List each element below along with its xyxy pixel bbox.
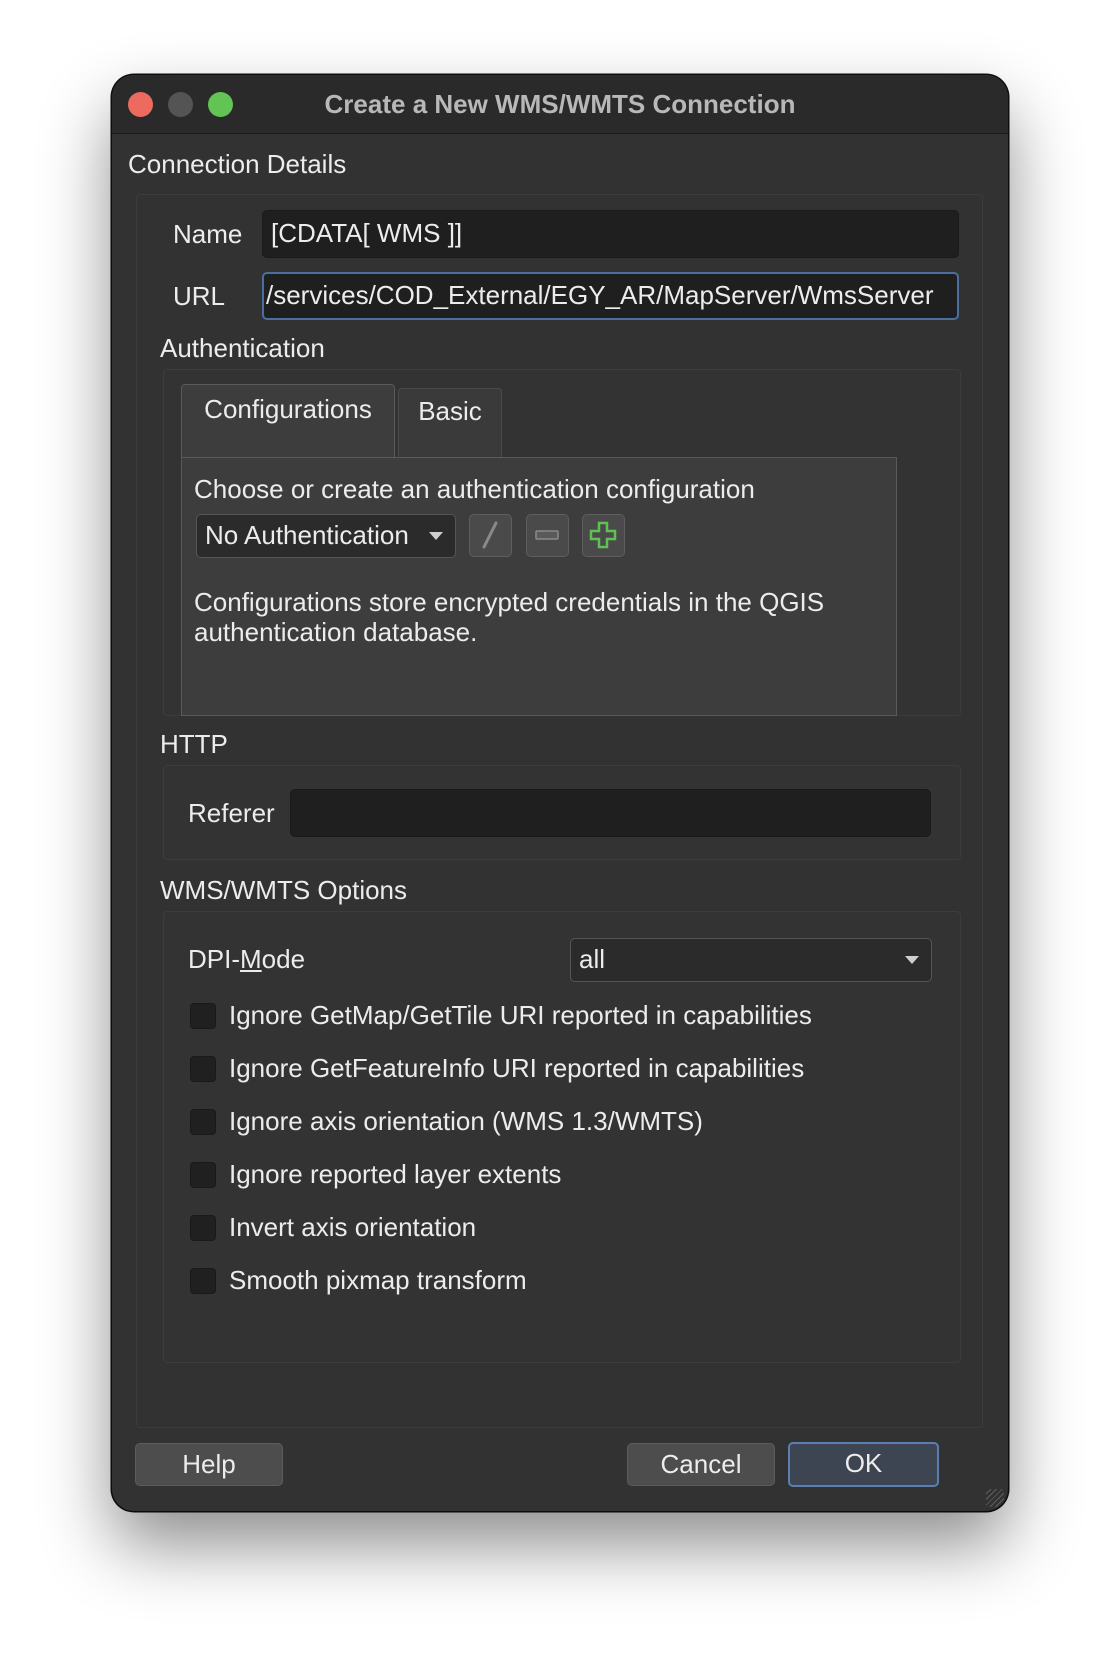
authentication-title: Authentication (160, 333, 325, 363)
smooth-pixmap-transform-checkbox[interactable] (190, 1268, 216, 1294)
help-button[interactable]: Help (135, 1443, 283, 1486)
auth-description-line1: Configurations store encrypted credentia… (194, 587, 825, 617)
name-label: Name (173, 219, 243, 249)
referer-label: Referer (188, 798, 275, 828)
dpi-mode-select[interactable]: all (570, 938, 932, 982)
dpi-mode-value: all (579, 944, 606, 974)
pencil-icon (482, 521, 498, 549)
edit-config-button[interactable] (469, 514, 512, 557)
remove-config-button[interactable] (526, 514, 569, 557)
ignore-getmap-uri-label: Ignore GetMap/GetTile URI reported in ca… (229, 1000, 812, 1030)
auth-config-value: No Authentication (205, 520, 409, 550)
url-label: URL (173, 281, 226, 311)
window-title: Create a New WMS/WMTS Connection (324, 89, 796, 119)
ignore-getmap-uri-checkbox[interactable] (190, 1003, 216, 1029)
referer-input[interactable] (290, 789, 931, 837)
connection-details-title: Connection Details (128, 149, 347, 179)
ignore-layer-extents-label: Ignore reported layer extents (229, 1159, 562, 1189)
cancel-button[interactable]: Cancel (627, 1443, 775, 1486)
chevron-down-icon (429, 532, 443, 540)
ignore-getfeatureinfo-uri-label: Ignore GetFeatureInfo URI reported in ca… (229, 1053, 805, 1083)
http-title: HTTP (160, 729, 228, 759)
url-input[interactable]: /services/COD_External/EGY_AR/MapServer/… (262, 272, 959, 320)
invert-axis-orientation-checkbox[interactable] (190, 1215, 216, 1241)
plus-icon (589, 521, 617, 549)
auth-config-select[interactable]: No Authentication (196, 514, 456, 558)
chevron-down-icon (905, 956, 919, 964)
auth-config-prompt: Choose or create an authentication confi… (194, 474, 755, 504)
configurations-tab-pane: Choose or create an authentication confi… (181, 457, 897, 716)
ignore-layer-extents-checkbox[interactable] (190, 1162, 216, 1188)
ignore-getfeatureinfo-uri-checkbox[interactable] (190, 1056, 216, 1082)
dpi-mode-label: DPI-Mode (188, 944, 306, 974)
add-config-button[interactable] (582, 514, 625, 557)
resize-grip[interactable] (986, 1489, 1004, 1507)
tab-basic[interactable]: Basic (398, 388, 502, 457)
name-input[interactable]: [CDATA[ WMS ]] (262, 210, 959, 258)
invert-axis-orientation-label: Invert axis orientation (229, 1212, 477, 1242)
title-bar: Create a New WMS/WMTS Connection (112, 75, 1008, 134)
auth-description-line2: authentication database. (194, 617, 478, 647)
tab-configurations[interactable]: Configurations (181, 384, 395, 458)
ignore-axis-orientation-label: Ignore axis orientation (WMS 1.3/WMTS) (229, 1106, 703, 1136)
smooth-pixmap-transform-label: Smooth pixmap transform (229, 1265, 527, 1295)
dialog-window: Create a New WMS/WMTS Connection Connect… (112, 75, 1008, 1511)
ignore-axis-orientation-checkbox[interactable] (190, 1109, 216, 1135)
wms-options-title: WMS/WMTS Options (160, 875, 408, 905)
ok-button[interactable]: OK (788, 1442, 939, 1487)
minus-icon (535, 530, 559, 540)
